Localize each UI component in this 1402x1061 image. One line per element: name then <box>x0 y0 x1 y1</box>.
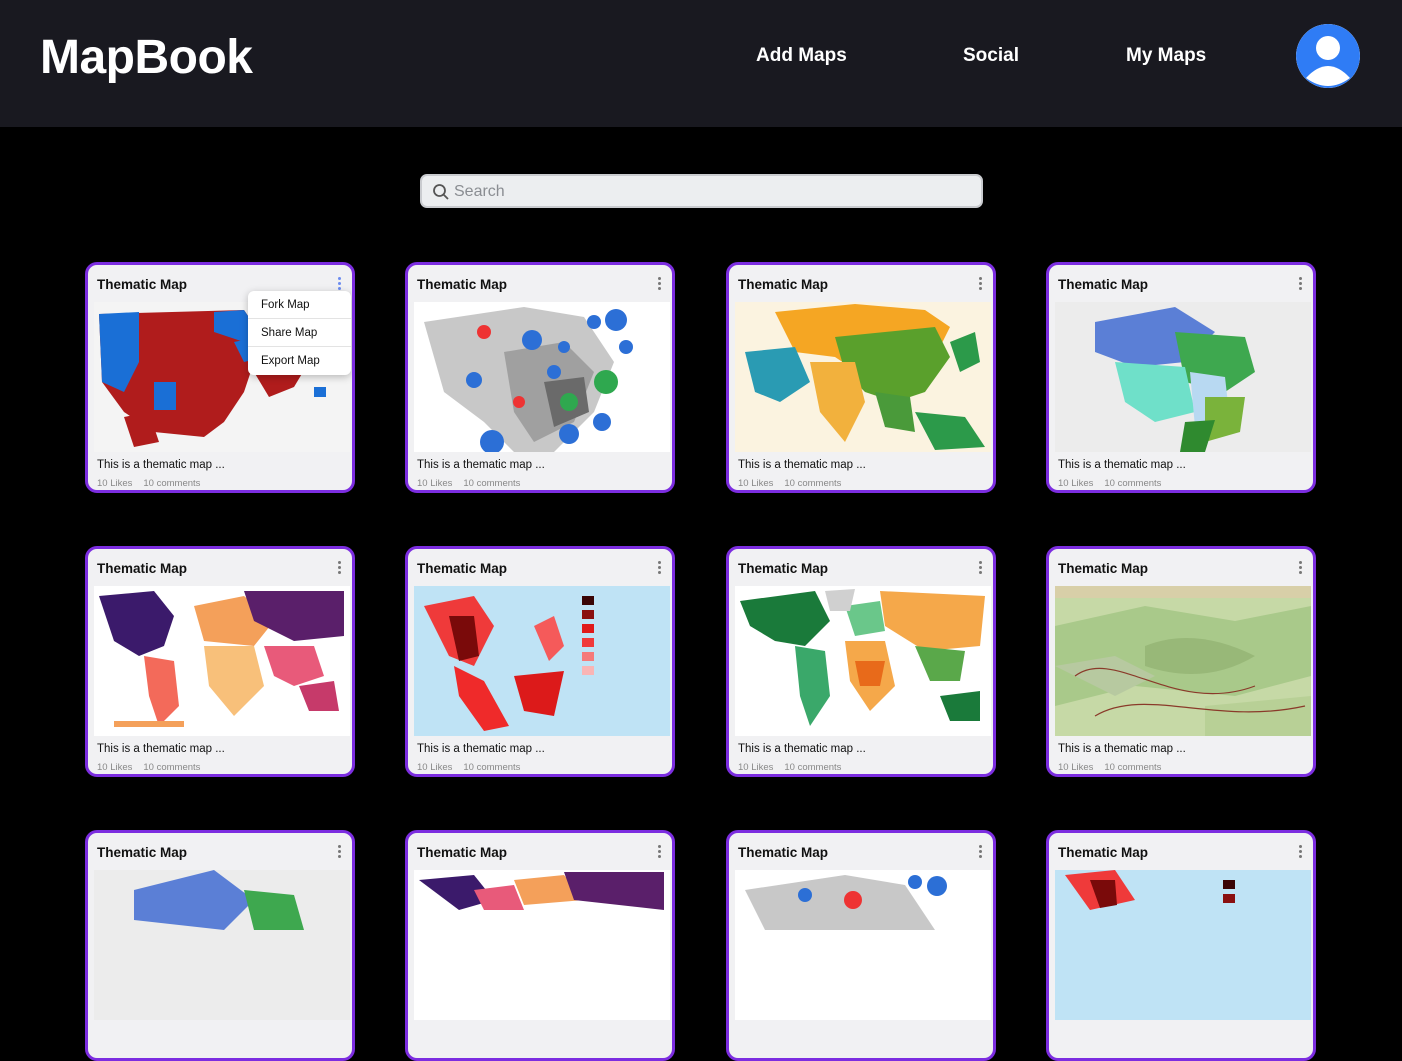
card-title: Thematic Map <box>417 277 508 292</box>
likes-count[interactable]: 10 Likes <box>417 762 452 773</box>
kebab-menu-icon[interactable] <box>1297 845 1303 859</box>
map-card-6[interactable]: Thematic Map This is a thematic map ... … <box>405 546 675 777</box>
map-card-7[interactable]: Thematic Map This is a thematic map ... … <box>726 546 996 777</box>
card-title: Thematic Map <box>1058 277 1149 292</box>
app-logo[interactable]: MapBook <box>40 30 253 85</box>
fork-map-option[interactable]: Fork Map <box>248 291 351 319</box>
likes-count[interactable]: 10 Likes <box>97 762 132 773</box>
kebab-menu-icon[interactable] <box>336 561 342 575</box>
likes-count[interactable]: 10 Likes <box>1058 478 1093 489</box>
user-avatar-icon[interactable] <box>1296 24 1360 88</box>
card-stats: 10 Likes 10 comments <box>417 478 531 489</box>
map-card-3[interactable]: Thematic Map This is a thematic map ... … <box>726 262 996 493</box>
search-icon <box>433 184 449 200</box>
nav-my-maps[interactable]: My Maps <box>1126 45 1206 67</box>
likes-count[interactable]: 10 Likes <box>738 762 773 773</box>
comments-count[interactable]: 10 comments <box>784 762 841 773</box>
card-title: Thematic Map <box>1058 561 1149 576</box>
kebab-menu-icon[interactable] <box>977 561 983 575</box>
map-card-4[interactable]: Thematic Map This is a thematic map ... … <box>1046 262 1316 493</box>
comments-count[interactable]: 10 comments <box>1104 762 1161 773</box>
map-thumbnail <box>735 302 991 452</box>
kebab-menu-icon[interactable] <box>336 845 342 859</box>
kebab-menu-icon[interactable] <box>1297 277 1303 291</box>
kebab-menu-icon[interactable] <box>656 277 662 291</box>
likes-count[interactable]: 10 Likes <box>417 478 452 489</box>
kebab-menu-icon[interactable] <box>336 277 342 291</box>
card-options-dropdown: Fork Map Share Map Export Map <box>248 291 351 375</box>
card-stats: 10 Likes 10 comments <box>97 478 211 489</box>
card-description: This is a thematic map ... <box>97 743 225 755</box>
map-card-1[interactable]: Thematic Map Fork Map Share Map Export M… <box>85 262 355 493</box>
card-description: This is a thematic map ... <box>417 459 545 471</box>
card-title: Thematic Map <box>417 845 508 860</box>
map-thumbnail <box>1055 302 1311 452</box>
likes-count[interactable]: 10 Likes <box>738 478 773 489</box>
map-thumbnail <box>735 870 991 1020</box>
card-description: This is a thematic map ... <box>1058 743 1186 755</box>
card-description: This is a thematic map ... <box>738 459 866 471</box>
card-description: This is a thematic map ... <box>417 743 545 755</box>
card-stats: 10 Likes 10 comments <box>97 762 211 773</box>
card-stats: 10 Likes 10 comments <box>738 762 852 773</box>
card-stats: 10 Likes 10 comments <box>417 762 531 773</box>
map-thumbnail <box>414 302 670 452</box>
map-card-12[interactable]: Thematic Map <box>1046 830 1316 1061</box>
card-description: This is a thematic map ... <box>97 459 225 471</box>
comments-count[interactable]: 10 comments <box>1104 478 1161 489</box>
card-description: This is a thematic map ... <box>1058 459 1186 471</box>
top-header: MapBook Add Maps Social My Maps <box>0 0 1402 127</box>
nav-add-maps[interactable]: Add Maps <box>756 45 847 67</box>
map-card-2[interactable]: Thematic Map This is a thematic map ... … <box>405 262 675 493</box>
card-title: Thematic Map <box>1058 845 1149 860</box>
map-thumbnail <box>735 586 991 736</box>
comments-count[interactable]: 10 comments <box>463 478 520 489</box>
map-thumbnail <box>94 870 350 1020</box>
map-thumbnail <box>414 870 670 1020</box>
share-map-option[interactable]: Share Map <box>248 319 351 347</box>
kebab-menu-icon[interactable] <box>977 845 983 859</box>
card-title: Thematic Map <box>738 561 829 576</box>
card-title: Thematic Map <box>97 845 188 860</box>
card-title: Thematic Map <box>738 845 829 860</box>
card-description: This is a thematic map ... <box>738 743 866 755</box>
map-card-10[interactable]: Thematic Map <box>405 830 675 1061</box>
kebab-menu-icon[interactable] <box>656 845 662 859</box>
card-title: Thematic Map <box>97 561 188 576</box>
card-stats: 10 Likes 10 comments <box>738 478 852 489</box>
map-card-5[interactable]: Thematic Map This is a thematic map ... … <box>85 546 355 777</box>
kebab-menu-icon[interactable] <box>977 277 983 291</box>
map-card-9[interactable]: Thematic Map <box>85 830 355 1061</box>
likes-count[interactable]: 10 Likes <box>97 478 132 489</box>
comments-count[interactable]: 10 comments <box>784 478 841 489</box>
comments-count[interactable]: 10 comments <box>463 762 520 773</box>
map-thumbnail <box>414 586 670 736</box>
likes-count[interactable]: 10 Likes <box>1058 762 1093 773</box>
map-thumbnail <box>1055 870 1311 1020</box>
search-input[interactable] <box>454 181 954 203</box>
nav-social[interactable]: Social <box>963 45 1019 67</box>
comments-count[interactable]: 10 comments <box>143 762 200 773</box>
card-title: Thematic Map <box>97 277 188 292</box>
card-stats: 10 Likes 10 comments <box>1058 478 1172 489</box>
map-card-8[interactable]: Thematic Map This is a thematic map ... … <box>1046 546 1316 777</box>
map-card-11[interactable]: Thematic Map <box>726 830 996 1061</box>
kebab-menu-icon[interactable] <box>1297 561 1303 575</box>
kebab-menu-icon[interactable] <box>656 561 662 575</box>
comments-count[interactable]: 10 comments <box>143 478 200 489</box>
map-thumbnail <box>1055 586 1311 736</box>
card-stats: 10 Likes 10 comments <box>1058 762 1172 773</box>
export-map-option[interactable]: Export Map <box>248 347 351 375</box>
card-title: Thematic Map <box>417 561 508 576</box>
map-thumbnail <box>94 586 350 736</box>
search-bar[interactable] <box>420 174 983 208</box>
card-title: Thematic Map <box>738 277 829 292</box>
